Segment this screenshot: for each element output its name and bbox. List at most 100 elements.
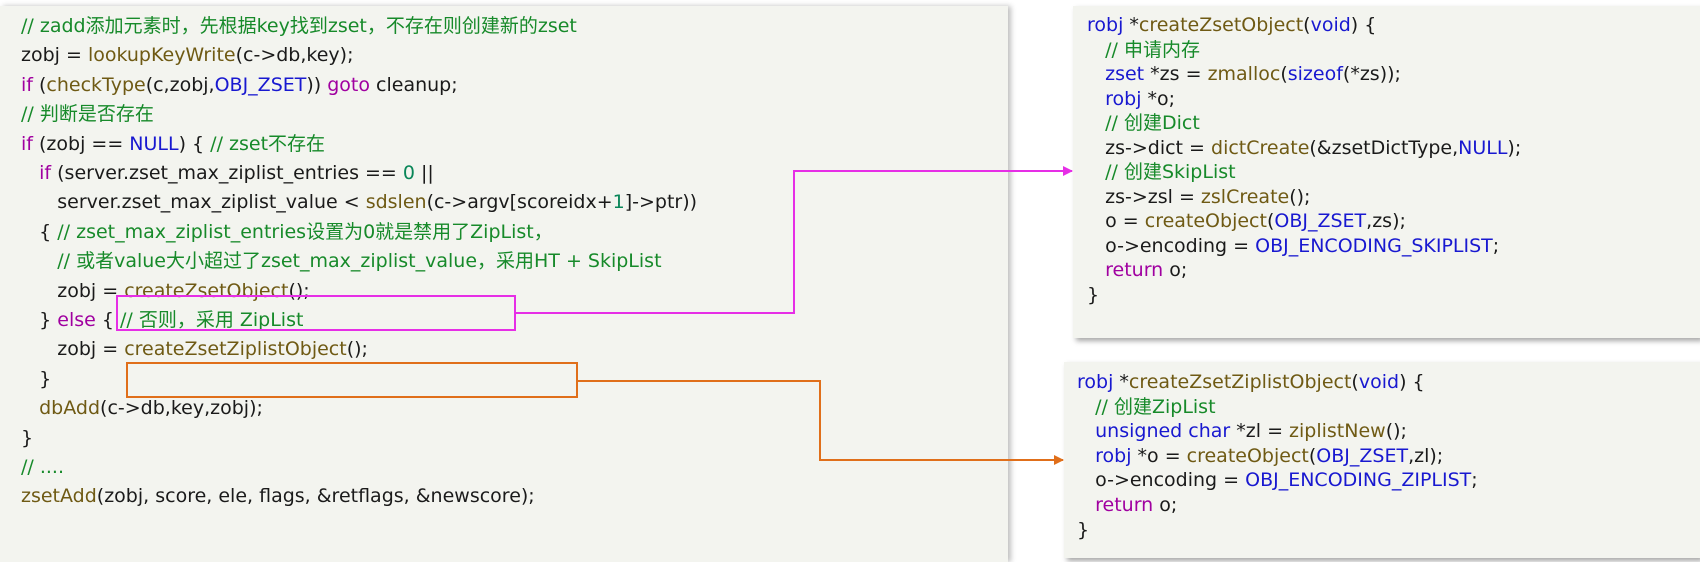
code-token: (zobj == (32, 132, 130, 155)
code-token: // zset不存在 (210, 132, 326, 155)
code-token: sizeof (1287, 63, 1343, 85)
code-token: zobj = (21, 44, 88, 67)
code-token: else (57, 309, 96, 331)
code-line: dbAdd(c->db,key,zobj); (21, 396, 263, 420)
code-line: zobj = lookupKeyWrite(c->db,key); (21, 43, 353, 67)
code-token: } (21, 309, 58, 331)
code-token: cleanup; (370, 73, 458, 96)
code-token: || (414, 162, 434, 184)
code-line: o->encoding = OBJ_ENCODING_SKIPLIST; (1087, 234, 1499, 258)
code-token: zslCreate (1200, 185, 1290, 208)
code-line: // 创建ZipList (1077, 395, 1216, 419)
code-line: // 判断是否存在 (21, 102, 154, 126)
code-token: ]->ptr)) (624, 191, 698, 214)
code-token: zobj = (21, 279, 125, 302)
code-token: zmalloc (1207, 63, 1281, 85)
code-token: // 创建ZipList (1095, 395, 1216, 418)
code-token: NULL (1458, 136, 1508, 159)
code-token: ,zl); (1408, 444, 1444, 467)
code-token: )) (306, 73, 328, 96)
code-token: zset (1105, 63, 1145, 85)
code-token: zobj = (21, 338, 125, 361)
code-token: o; (1153, 494, 1178, 516)
code-token: // .... (21, 456, 65, 478)
code-token: ( (1303, 14, 1311, 36)
code-line: o = createObject(OBJ_ZSET,zs); (1087, 209, 1406, 233)
code-token: ; (1471, 469, 1478, 492)
code-token: (); (288, 279, 310, 302)
code-token: * (1113, 371, 1129, 393)
code-line: // zadd添加元素时，先根据key找到zset，不存在则创建新的zset (21, 14, 577, 38)
code-line: zsetAdd(zobj, score, ele, flags, &retfla… (21, 484, 535, 508)
code-token: return (1095, 494, 1154, 516)
code-token: (server.zset_max_ziplist_entries == (51, 162, 403, 184)
code-token: ) { (178, 132, 211, 155)
code-token: ,zs); (1366, 210, 1406, 232)
code-token: *o; (1141, 87, 1176, 110)
code-token: (); (1385, 420, 1407, 443)
code-token: (zobj, score, ele, flags, &retflags, &ne… (96, 485, 535, 508)
code-line: zobj = createZsetZiplistObject(); (21, 337, 368, 361)
code-token: dbAdd (39, 397, 101, 420)
code-token: (c,zobj, (145, 73, 215, 96)
code-line: robj *createZsetObject(void) { (1087, 13, 1376, 37)
code-token: if (21, 73, 33, 96)
code-line: // 或者value大小超过了zset_max_ziplist_value，采用… (21, 249, 661, 273)
code-token: // 申请内存 (1105, 38, 1200, 61)
code-token: // zadd添加元素时，先根据key找到zset，不存在则创建新的zset (21, 15, 577, 37)
main-code-panel: // zadd添加元素时，先根据key找到zset，不存在则创建新的zset zo… (0, 6, 1008, 562)
code-token: } (1077, 518, 1090, 541)
code-token: ( (1351, 371, 1359, 393)
create-zset-ziplist-object-panel: robj *createZsetZiplistObject(void) { //… (1064, 362, 1700, 558)
code-token: } (21, 426, 34, 449)
code-line: return o; (1077, 493, 1177, 517)
code-token: OBJ_ZSET (214, 73, 307, 96)
code-token: *o = (1131, 444, 1187, 467)
code-line: if (server.zset_max_ziplist_entries == 0… (21, 161, 434, 185)
code-token: OBJ_ENCODING_ZIPLIST (1245, 469, 1472, 492)
code-token: robj (1095, 444, 1132, 467)
code-token: server.zset_max_ziplist_value < (21, 191, 366, 214)
code-token: NULL (129, 132, 179, 155)
code-line: // 创建SkipList (1087, 160, 1235, 184)
code-token: ) { (1399, 371, 1425, 393)
code-line: // 申请内存 (1087, 38, 1200, 62)
code-line: // 创建Dict (1087, 111, 1200, 135)
code-line: if (checkType(c,zobj,OBJ_ZSET)) goto cle… (21, 73, 458, 97)
code-token: return (1105, 259, 1164, 281)
code-token: createZsetObject (1138, 14, 1304, 36)
code-token: ( (32, 73, 47, 96)
code-token: // 创建Dict (1105, 112, 1200, 134)
code-token: { (21, 220, 58, 243)
code-line: unsigned char *zl = ziplistNew(); (1077, 419, 1407, 443)
code-token: robj (1087, 14, 1124, 36)
code-line: zs->dict = dictCreate(&zsetDictType,NULL… (1087, 136, 1521, 160)
code-token: *zl = (1230, 420, 1290, 443)
code-token: sdslen (365, 191, 427, 214)
code-line: // .... (21, 455, 64, 479)
code-line: zobj = createZsetObject(); (21, 279, 310, 303)
code-token: (*zs)); (1342, 63, 1401, 85)
code-line: if (zobj == NULL) { // zset不存在 (21, 132, 325, 156)
code-token: (&zsetDictType, (1309, 136, 1459, 159)
code-token: o->encoding = (1087, 234, 1256, 257)
code-token: dictCreate (1211, 136, 1310, 159)
code-token: o = (1087, 210, 1145, 232)
code-token: (c->db,key); (235, 44, 354, 67)
code-token: } (21, 367, 52, 390)
code-token: zs->dict = (1087, 136, 1212, 159)
code-token: lookupKeyWrite (87, 44, 236, 67)
code-line: robj *o; (1087, 87, 1175, 111)
code-token: // 否则，采用 ZipList (119, 309, 304, 331)
code-token: 0 (402, 162, 415, 184)
code-token: goto (327, 73, 370, 96)
